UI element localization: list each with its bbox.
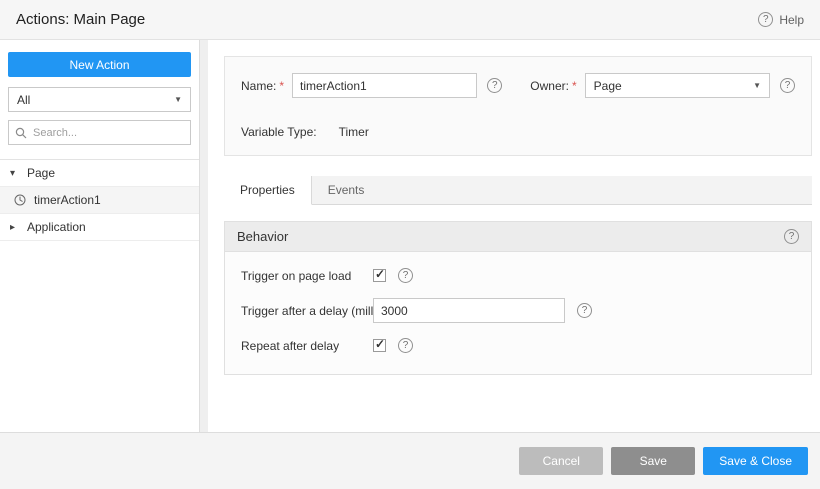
name-input[interactable] <box>292 73 478 98</box>
main-area: New Action All ▼ ▾ Page <box>0 40 820 432</box>
name-owner-row: Name:* ? Owner:* Page ▼ ? <box>241 73 795 98</box>
required-marker: * <box>279 78 285 93</box>
trigger-delay-help-icon[interactable]: ? <box>577 303 592 318</box>
tab-events[interactable]: Events <box>312 176 381 204</box>
behavior-title: Behavior <box>237 229 289 244</box>
trigger-on-page-load-help-icon[interactable]: ? <box>398 268 413 283</box>
variable-type-label: Variable Type: <box>241 125 317 139</box>
repeat-after-delay-label: Repeat after delay <box>241 338 340 353</box>
caret-down-icon: ▾ <box>10 167 16 179</box>
caret-right-icon: ▸ <box>10 221 16 233</box>
trigger-delay-input[interactable] <box>373 298 565 323</box>
behavior-panel: Behavior ? Trigger on page load ? Trigge… <box>224 221 812 375</box>
search-box <box>8 120 191 145</box>
header-bar: Actions: Main Page ? Help <box>0 0 820 40</box>
help-link[interactable]: ? Help <box>758 12 804 27</box>
footer-bar: Cancel Save Save & Close <box>0 432 820 489</box>
sidebar-controls: New Action All ▼ <box>0 40 199 147</box>
variable-type-value: Timer <box>338 125 369 139</box>
editor-content: Name:* ? Owner:* Page ▼ ? Variable Type: <box>208 40 820 432</box>
name-help-icon[interactable]: ? <box>487 78 503 93</box>
behavior-panel-header: Behavior ? <box>225 222 811 252</box>
chevron-down-icon: ▼ <box>174 95 182 104</box>
actions-editor-window: Actions: Main Page ? Help New Action All… <box>0 0 820 489</box>
sidebar: New Action All ▼ ▾ Page <box>0 40 200 432</box>
tab-properties-label: Properties <box>240 183 295 197</box>
tree-item-timer-action[interactable]: timerAction1 <box>0 187 199 214</box>
page-title: Actions: Main Page <box>16 11 146 28</box>
tab-bar: Properties Events <box>224 176 812 205</box>
repeat-after-delay-row: Repeat after delay ? <box>241 337 799 353</box>
trigger-on-page-load-checkbox[interactable] <box>373 267 386 282</box>
owner-select-value: Page <box>593 78 622 93</box>
required-marker: * <box>571 78 577 93</box>
trigger-on-page-load-label: Trigger on page load <box>241 268 352 283</box>
filter-select-value: All <box>17 92 31 107</box>
repeat-after-delay-checkbox[interactable] <box>373 337 386 352</box>
owner-help-icon[interactable]: ? <box>780 78 795 93</box>
save-and-close-button[interactable]: Save & Close <box>703 447 808 475</box>
cancel-button[interactable]: Cancel <box>519 447 604 475</box>
behavior-help-icon[interactable]: ? <box>784 229 799 244</box>
name-label: Name: * <box>241 78 285 93</box>
tree-group-page-label: Page <box>27 166 56 180</box>
filter-select[interactable]: All ▼ <box>8 87 191 112</box>
tree-item-timer-action-label: timerAction1 <box>34 193 101 207</box>
search-input[interactable] <box>33 126 184 139</box>
tree-group-application-label: Application <box>27 220 86 234</box>
tree-group-application[interactable]: ▸ Application <box>0 214 199 241</box>
behavior-panel-body: Trigger on page load ? Trigger after a d… <box>225 252 811 374</box>
tab-events-label: Events <box>327 183 365 197</box>
new-action-button[interactable]: New Action <box>8 52 191 77</box>
trigger-delay-row: Trigger after a delay (millisec… ? <box>241 298 799 323</box>
help-icon: ? <box>758 12 774 27</box>
variable-type-row: Variable Type: Timer <box>241 125 795 139</box>
chevron-down-icon: ▼ <box>753 81 761 90</box>
sidebar-scrollbar[interactable] <box>200 40 208 432</box>
repeat-after-delay-help-icon[interactable]: ? <box>398 338 413 353</box>
action-tree: ▾ Page timerAction1 ▸ Application <box>0 159 199 241</box>
owner-select[interactable]: Page ▼ <box>584 73 770 98</box>
tree-group-page[interactable]: ▾ Page <box>0 160 199 187</box>
tab-properties[interactable]: Properties <box>224 176 312 205</box>
owner-label: Owner: * <box>530 78 577 93</box>
clock-icon <box>14 194 26 206</box>
save-button[interactable]: Save <box>611 447 696 475</box>
trigger-delay-label: Trigger after a delay (millisec… <box>241 303 373 318</box>
action-details-panel: Name:* ? Owner:* Page ▼ ? Variable Type: <box>224 56 812 156</box>
search-icon <box>15 127 27 138</box>
help-label: Help <box>779 12 804 27</box>
trigger-on-page-load-row: Trigger on page load ? <box>241 267 799 283</box>
